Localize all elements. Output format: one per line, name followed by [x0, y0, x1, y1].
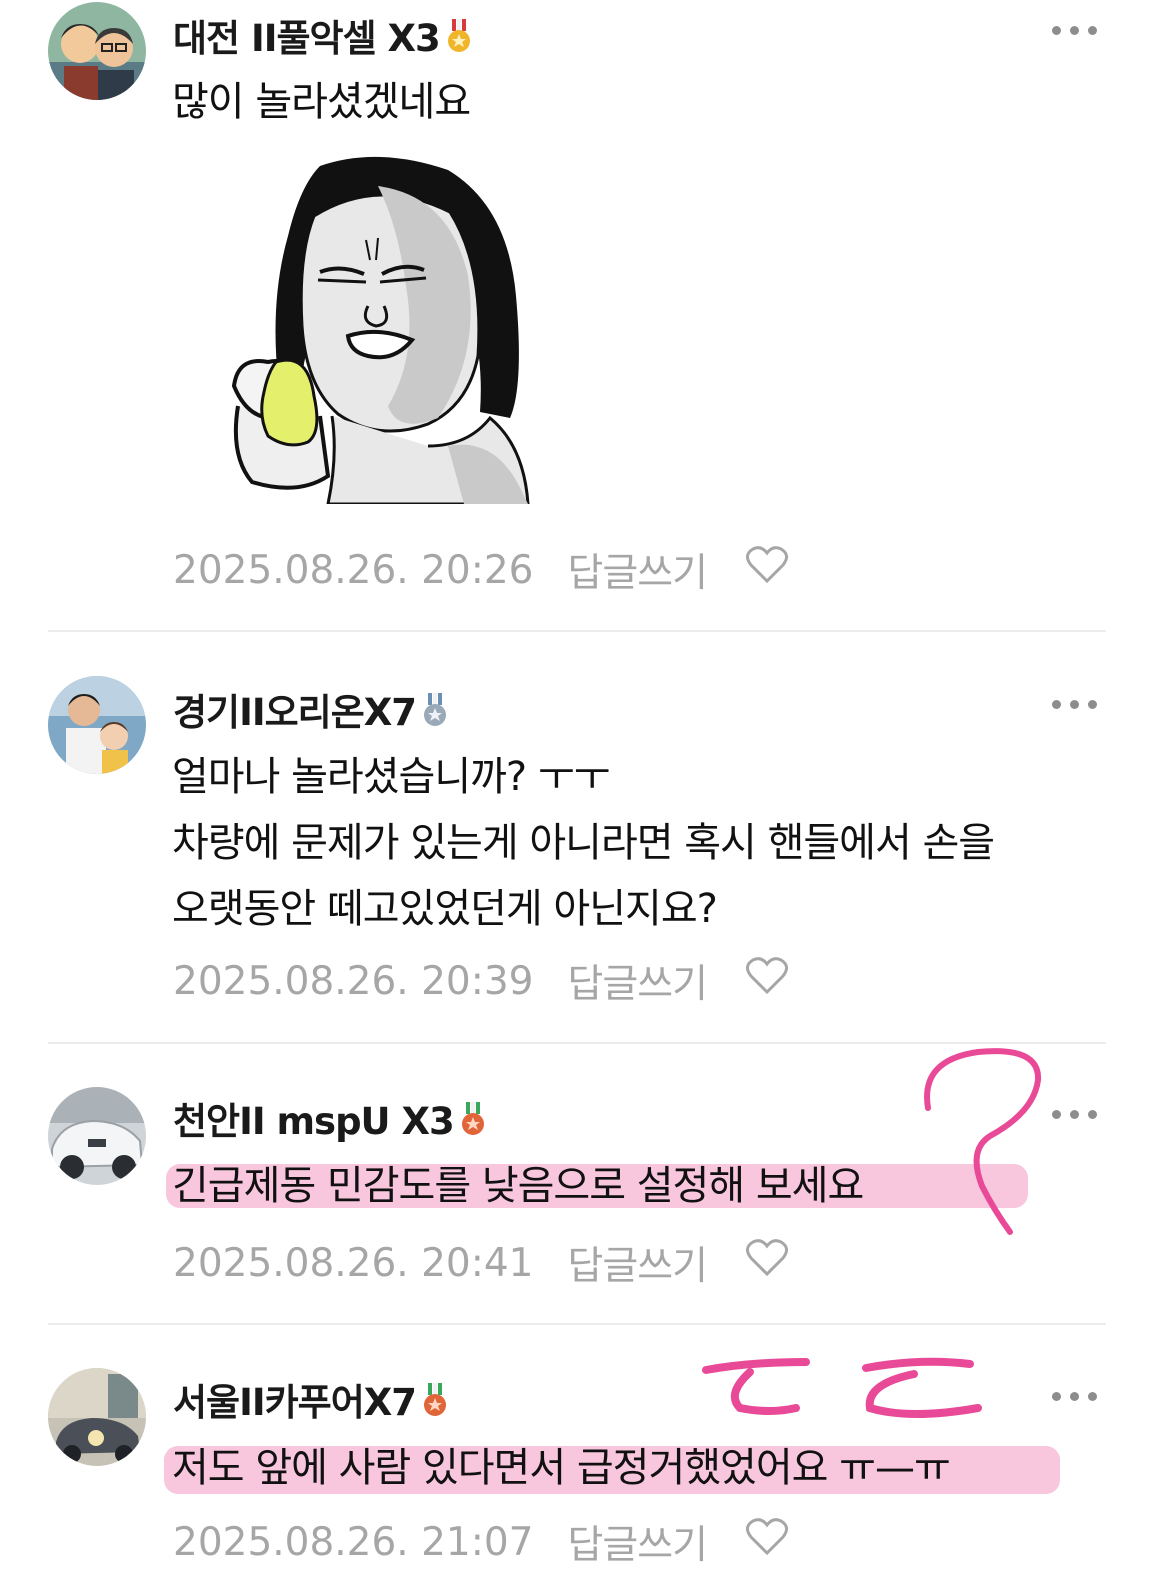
comment-meta: 2025.08.26. 21:07 답글쓰기	[173, 1514, 789, 1570]
comment-author[interactable]: 천안II mspU X3	[173, 1091, 486, 1145]
comment-text: 저도 앞에 사람 있다면서 급정거했었어요 ㅠ—ㅠ	[172, 1445, 951, 1491]
comment-date: 2025.08.26. 21:07	[173, 1519, 534, 1565]
medal-icon	[422, 693, 448, 736]
avatar[interactable]	[48, 676, 146, 774]
avatar[interactable]	[48, 1368, 146, 1466]
comment-author[interactable]: 경기II오리온X7	[173, 682, 448, 736]
author-name[interactable]: 천안II mspU X3	[173, 1100, 455, 1143]
heart-icon[interactable]	[745, 1238, 789, 1288]
divider	[48, 630, 1106, 632]
comment-text: 얼마나 놀라셨습니까? ㅜㅜ 차량에 문제가 있는게 아니라면 혹시 핸들에서 …	[172, 754, 995, 932]
comment-text: 긴급제동 민감도를 낮음으로 설정해 보세요	[172, 1163, 864, 1209]
comment-date: 2025.08.26. 20:41	[173, 1240, 534, 1286]
heart-icon[interactable]	[745, 545, 789, 595]
medal-icon	[460, 1102, 486, 1145]
medal-icon	[422, 1383, 448, 1426]
author-name[interactable]: 서울II카푸어X7	[173, 1381, 417, 1424]
comment-author[interactable]: 대전 II풀악셀 X3	[173, 8, 472, 62]
heart-icon[interactable]	[745, 956, 789, 1006]
more-options-icon[interactable]	[1052, 20, 1100, 40]
comment-meta: 2025.08.26. 20:41 답글쓰기	[173, 1235, 789, 1291]
heart-icon[interactable]	[745, 1517, 789, 1567]
medal-icon	[446, 19, 472, 62]
more-options-icon[interactable]	[1052, 694, 1100, 714]
comment-meta: 2025.08.26. 20:26 답글쓰기	[173, 542, 789, 598]
reply-button[interactable]: 답글쓰기	[567, 1514, 708, 1570]
more-options-icon[interactable]	[1052, 1386, 1100, 1406]
author-name[interactable]: 경기II오리온X7	[173, 691, 417, 734]
more-options-icon[interactable]	[1052, 1104, 1100, 1124]
comment-meta: 2025.08.26. 20:39 답글쓰기	[173, 953, 789, 1009]
comment-text: 많이 놀라셨겠네요	[172, 79, 471, 125]
divider	[48, 1323, 1106, 1325]
comment-author[interactable]: 서울II카푸어X7	[173, 1372, 448, 1426]
author-name[interactable]: 대전 II풀악셀 X3	[173, 17, 441, 60]
question-mark-annotation	[924, 1048, 1042, 1235]
scribble-annotation	[702, 1357, 982, 1418]
avatar[interactable]	[48, 1087, 146, 1185]
sticker-image	[228, 156, 538, 506]
comment-date: 2025.08.26. 20:26	[173, 547, 534, 593]
avatar[interactable]	[48, 2, 146, 100]
reply-button[interactable]: 답글쓰기	[567, 542, 708, 598]
reply-button[interactable]: 답글쓰기	[567, 953, 708, 1009]
comment-date: 2025.08.26. 20:39	[173, 958, 534, 1004]
reply-button[interactable]: 답글쓰기	[567, 1235, 708, 1291]
